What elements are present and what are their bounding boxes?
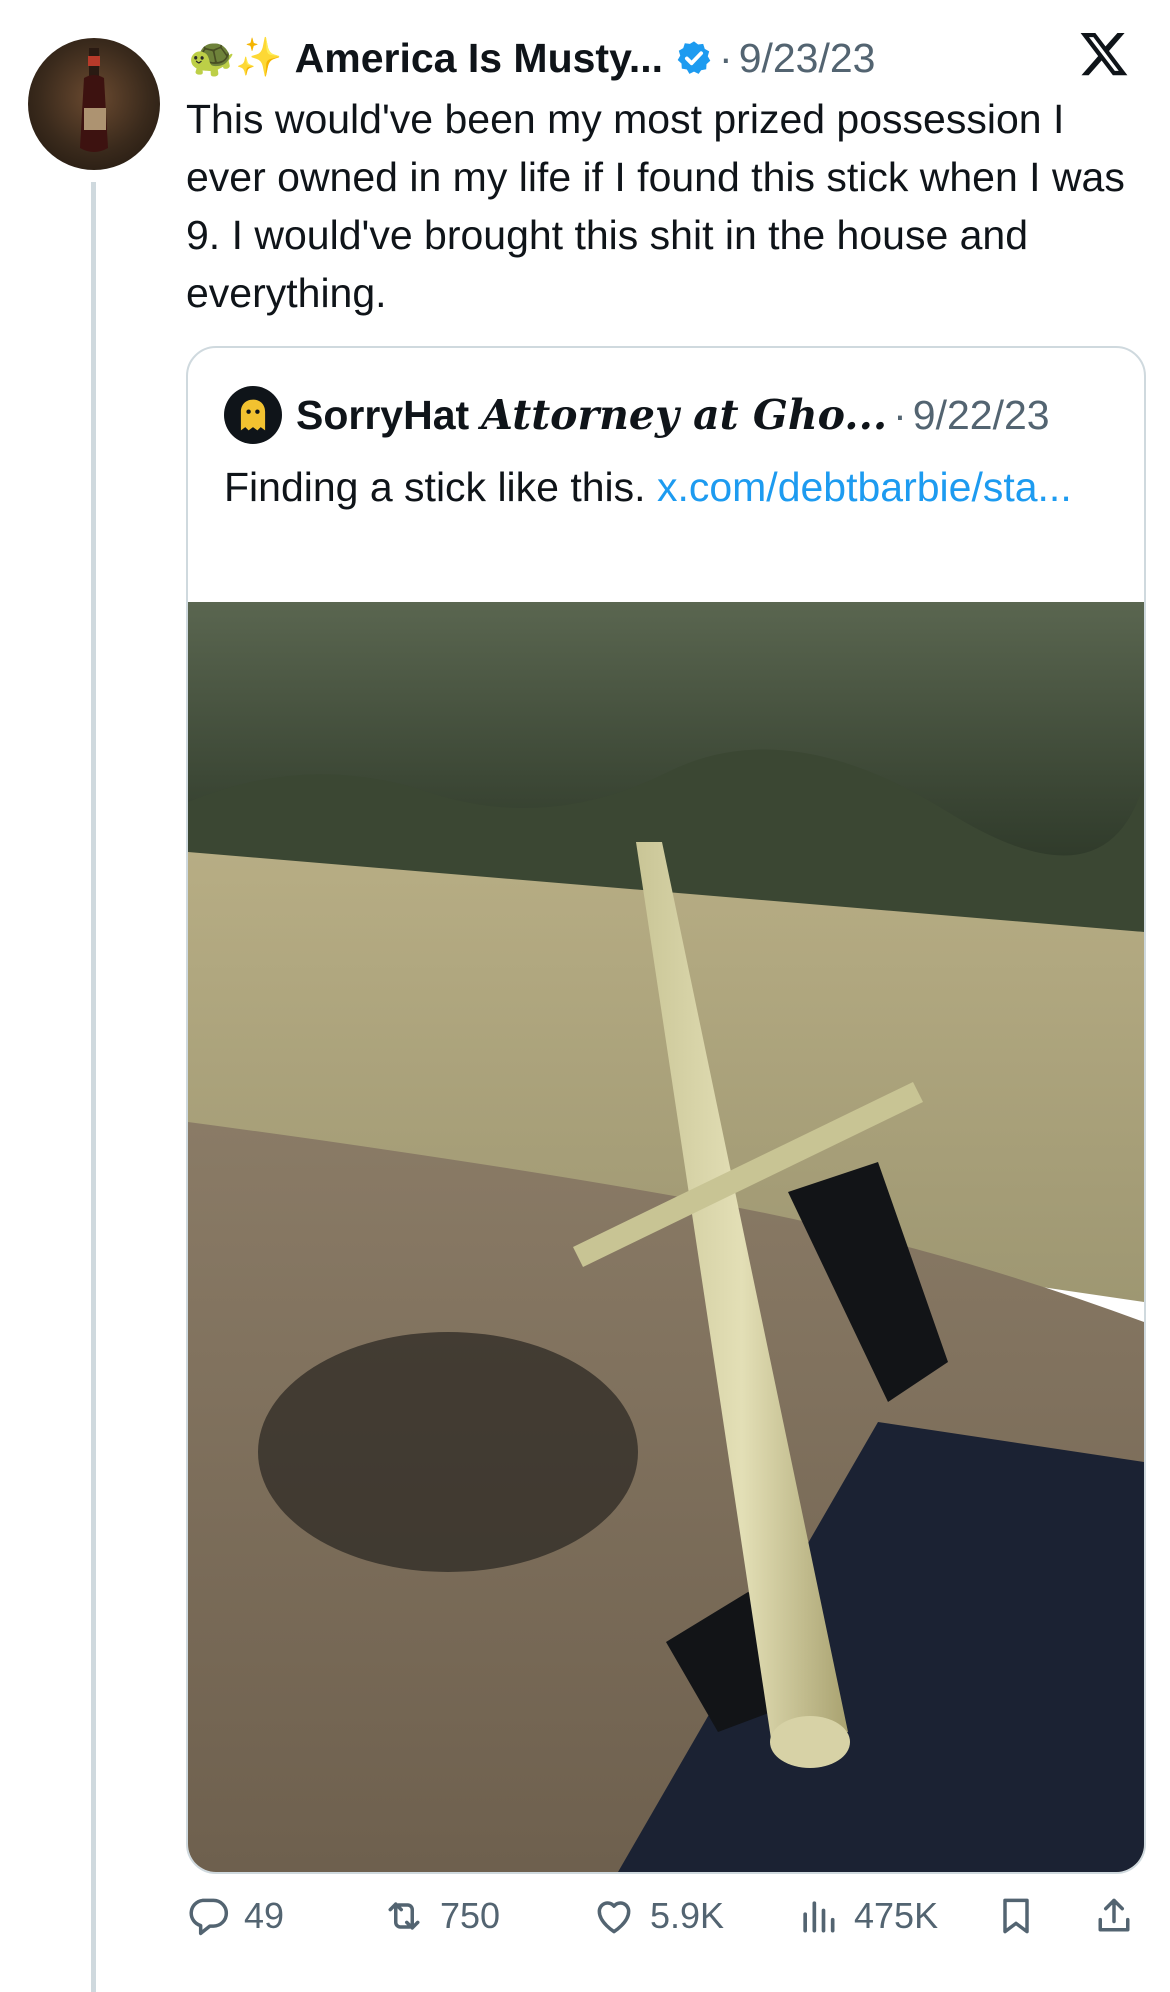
quoted-tweet-card[interactable]: SorryHat Attorney at Gho... · 9/22/23 Fi… xyxy=(186,346,1146,1874)
like-icon xyxy=(597,1901,631,1934)
tweet-date[interactable]: 9/23/23 xyxy=(739,35,876,82)
quoted-tweet-photo[interactable] xyxy=(188,602,1144,1872)
reply-icon xyxy=(189,1898,229,1936)
repost-count: 750 xyxy=(440,1895,501,1936)
quoted-author-title: Attorney at Gho... xyxy=(481,391,888,439)
views-count: 475K xyxy=(854,1895,939,1936)
quoted-tweet-body: Finding a stick like this. xyxy=(224,464,657,510)
tweet-text: This would've been my most prized posses… xyxy=(186,96,1125,316)
x-logo-icon xyxy=(1080,32,1128,76)
repost-icon xyxy=(388,1902,420,1930)
quoted-tweet-date[interactable]: 9/22/23 xyxy=(913,392,1050,439)
reply-button[interactable]: 49 xyxy=(186,1888,284,1944)
bookmark-button[interactable] xyxy=(994,1888,1052,1944)
quoted-header-separator: · xyxy=(893,391,907,438)
bookmark-icon xyxy=(1003,1898,1029,1934)
author-avatar[interactable] xyxy=(28,38,160,170)
action-bar: 49 750 5.9K 475K xyxy=(186,1888,1146,1944)
share-icon xyxy=(1098,1898,1130,1932)
quoted-tweet-link[interactable]: x.com/debtbarbie/sta... xyxy=(657,464,1072,510)
ghost-avatar-icon xyxy=(240,399,266,431)
tweet-header: 🐢✨ America Is Musty... · 9/23/23 xyxy=(188,30,875,86)
quoted-author-avatar[interactable] xyxy=(224,386,282,444)
like-button[interactable]: 5.9K xyxy=(592,1888,724,1944)
header-separator: · xyxy=(719,34,733,81)
author-name[interactable]: America Is Musty... xyxy=(295,35,663,82)
reply-count: 49 xyxy=(244,1895,285,1936)
views-icon xyxy=(803,1901,835,1933)
repost-button[interactable]: 750 xyxy=(382,1888,500,1944)
like-count: 5.9K xyxy=(650,1895,725,1936)
quoted-author-name[interactable]: SorryHat xyxy=(296,392,469,439)
share-button[interactable] xyxy=(1092,1888,1150,1944)
author-emoji: 🐢✨ xyxy=(188,37,283,79)
views-button[interactable]: 475K xyxy=(796,1888,938,1944)
quoted-tweet-text: Finding a stick like this. x.com/debtbar… xyxy=(224,458,1104,516)
thread-line xyxy=(91,182,96,1992)
bottle-image xyxy=(80,48,108,152)
quoted-tweet-header: SorryHat Attorney at Gho... · 9/22/23 xyxy=(224,386,1050,444)
verified-badge-icon xyxy=(677,41,711,74)
